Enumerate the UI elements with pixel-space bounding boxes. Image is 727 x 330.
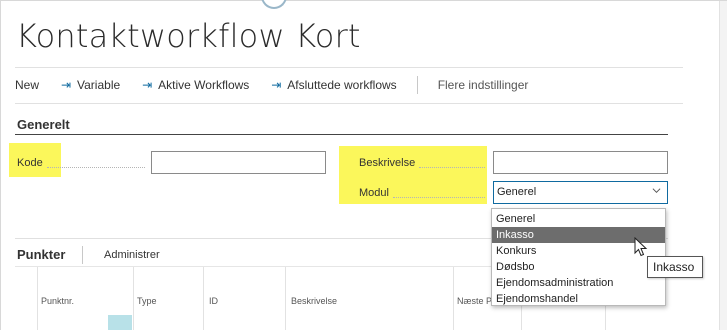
- dropdown-option-ejendomshandel[interactable]: Ejendomshandel: [492, 291, 665, 307]
- afsluttede-workflows-button[interactable]: ⇥ Afsluttede workflows: [271, 78, 396, 92]
- new-button-label: New: [15, 78, 40, 92]
- scrollbar-track[interactable]: [719, 1, 727, 330]
- column-header-punktnr[interactable]: Punktnr.: [41, 296, 74, 306]
- column-header-id[interactable]: ID: [209, 296, 218, 306]
- column-header-type[interactable]: Type: [137, 296, 157, 306]
- modul-label: Modul: [359, 187, 389, 199]
- new-button[interactable]: New: [15, 78, 39, 92]
- grid-column-divider: [285, 267, 286, 330]
- grid-column-divider: [133, 267, 134, 330]
- dropdown-option-generel[interactable]: Generel: [492, 211, 665, 227]
- beskrivelse-label: Beskrivelse: [359, 157, 416, 169]
- modul-leader-dots: [393, 197, 485, 198]
- column-header-beskrivelse[interactable]: Beskrivelse: [291, 296, 337, 306]
- grid-column-divider: [453, 267, 454, 330]
- chevron-down-icon: [652, 188, 661, 194]
- arrow-into-icon: ⇥: [271, 78, 282, 92]
- modul-dropdown-list: Generel Inkasso Konkurs Dødsbo Ejendomsa…: [491, 208, 666, 306]
- actionbar-divider-bottom: [15, 103, 683, 104]
- grid-column-divider: [37, 267, 38, 330]
- top-arrow-decoration: [261, 0, 287, 9]
- punkter-separator: [82, 246, 83, 264]
- grid-column-divider: [203, 267, 204, 330]
- aktive-workflows-label: Aktive Workflows: [158, 78, 250, 92]
- section-title-generelt[interactable]: Generelt: [17, 117, 70, 132]
- modul-select[interactable]: Generel: [493, 181, 668, 204]
- mouse-pointer-icon: [634, 237, 648, 257]
- dropdown-option-dodsbo[interactable]: Dødsbo: [492, 259, 665, 275]
- administrer-button[interactable]: Administrer: [104, 249, 160, 261]
- dropdown-option-ejendomsadministration[interactable]: Ejendomsadministration: [492, 275, 665, 291]
- page-title: Kontaktworkflow Kort: [16, 17, 361, 55]
- option-tooltip: Inkasso: [647, 256, 703, 278]
- selected-cell-indicator: [108, 315, 132, 330]
- punkter-title[interactable]: Punkter: [17, 247, 65, 262]
- modul-select-value: Generel: [497, 186, 537, 198]
- more-options-label: Flere indstillinger: [437, 78, 529, 92]
- variable-button[interactable]: ⇥ Variable: [61, 78, 120, 92]
- variable-button-label: Variable: [77, 78, 121, 92]
- actionbar-separator: [416, 76, 418, 94]
- column-header-naeste[interactable]: Næste P: [457, 296, 492, 306]
- kode-leader-dots: [47, 167, 145, 168]
- afsluttede-workflows-label: Afsluttede workflows: [287, 78, 397, 92]
- section-rule: [15, 134, 668, 135]
- arrow-into-icon: ⇥: [142, 78, 153, 92]
- aktive-workflows-button[interactable]: ⇥ Aktive Workflows: [142, 78, 249, 92]
- actionbar-divider-top: [15, 67, 683, 68]
- beskrivelse-leader-dots: [419, 167, 485, 168]
- kode-label: Kode: [17, 157, 43, 169]
- beskrivelse-input[interactable]: [493, 151, 668, 174]
- more-options-button[interactable]: Flere indstillinger: [438, 78, 529, 92]
- kode-input[interactable]: [151, 151, 326, 174]
- arrow-into-icon: ⇥: [61, 78, 72, 92]
- action-bar: New ⇥ Variable ⇥ Aktive Workflows ⇥ Afsl…: [15, 73, 550, 97]
